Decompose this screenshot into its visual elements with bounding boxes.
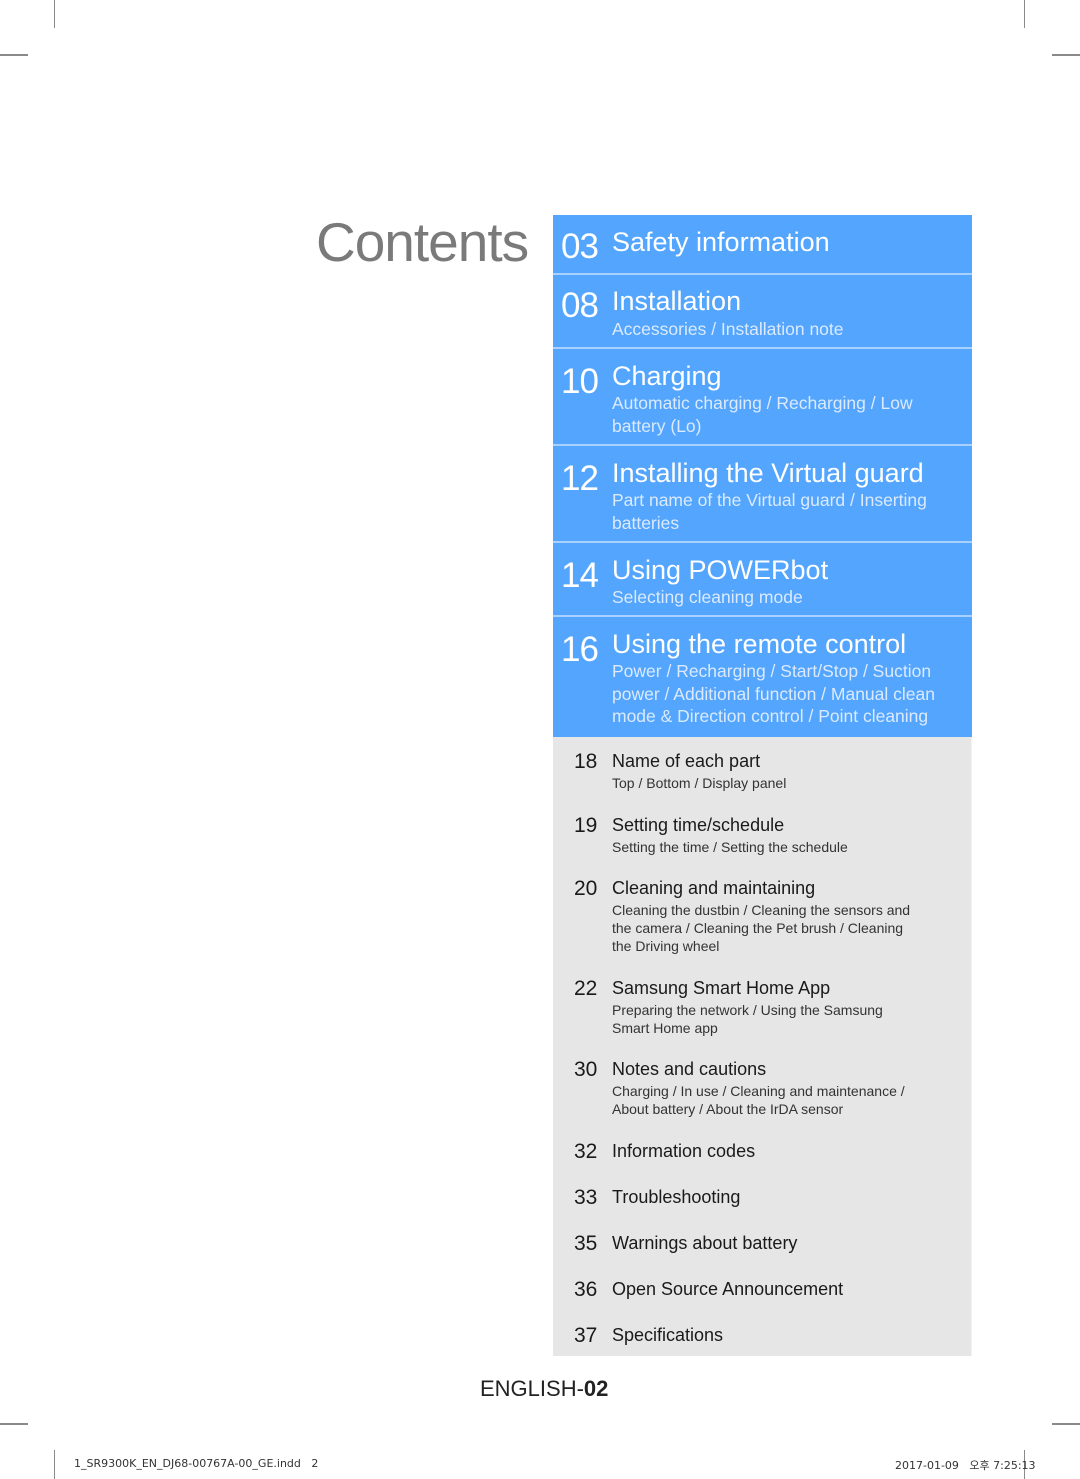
toc-subtopics: Top / Bottom / Display panel: [612, 775, 787, 791]
toc-subtopics: Charging / In use / Cleaning and mainten…: [612, 1083, 905, 1117]
toc-title: Name of each part: [612, 751, 761, 771]
print-slug-filename: 1_SR9300K_EN_DJ68-00767A-00_GE.indd 2: [74, 1457, 319, 1470]
toc-entry-notes-cautions[interactable]: 30 Notes and cautions Charging / In use …: [553, 1057, 972, 1119]
toc-entry-specifications[interactable]: 37 Specifications: [553, 1323, 972, 1349]
toc-page-number: 19: [574, 814, 598, 837]
table-of-contents: 03 Safety information 08 Installation Ac…: [553, 215, 972, 1356]
toc-title: Samsung Smart Home App: [612, 978, 831, 998]
toc-subtopics: Part name of the Virtual guard / Inserti…: [612, 490, 927, 533]
toc-entry-safety-information[interactable]: 03 Safety information: [553, 215, 972, 275]
crop-mark-right-top: [1052, 54, 1080, 56]
toc-title: Installing the Virtual guard: [612, 458, 924, 488]
toc-title: Using POWERbot: [612, 555, 829, 585]
toc-title: Safety information: [612, 227, 830, 257]
toc-subtopics: Power / Recharging / Start/Stop / Suctio…: [612, 661, 935, 726]
toc-page-number: 12: [561, 459, 599, 498]
toc-title: Using the remote control: [612, 629, 907, 659]
toc-entry-installation[interactable]: 08 Installation Accessories / Installati…: [553, 275, 972, 349]
crop-mark-right-bottom: [1052, 1423, 1080, 1425]
toc-entry-name-of-each-part[interactable]: 18 Name of each part Top / Bottom / Disp…: [553, 749, 972, 799]
toc-page-number: 20: [574, 877, 598, 900]
secondary-sections: 18 Name of each part Top / Bottom / Disp…: [553, 737, 972, 1356]
toc-title: Notes and cautions: [612, 1059, 767, 1079]
toc-entry-using-powerbot[interactable]: 14 Using POWERbot Selecting cleaning mod…: [553, 543, 972, 617]
toc-page-number: 10: [561, 362, 599, 401]
toc-title: Charging: [612, 361, 722, 391]
page-title: Contents: [316, 211, 529, 273]
toc-page-number: 33: [574, 1186, 598, 1209]
toc-title: Cleaning and maintaining: [612, 878, 816, 898]
crop-mark-left-bottom: [0, 1423, 28, 1425]
toc-entry-setting-time[interactable]: 19 Setting time/schedule Setting the tim…: [553, 813, 972, 863]
page-language: ENGLISH-: [480, 1376, 584, 1401]
toc-subtopics: Preparing the network / Using the Samsun…: [612, 1002, 883, 1036]
toc-entry-open-source[interactable]: 36 Open Source Announcement: [553, 1277, 972, 1303]
toc-title: Warnings about battery: [612, 1233, 798, 1253]
toc-title: Setting time/schedule: [612, 815, 785, 835]
toc-page-number: 14: [561, 556, 599, 595]
toc-entry-remote-control[interactable]: 16 Using the remote control Power / Rech…: [553, 617, 972, 737]
toc-title: Installation: [612, 286, 742, 316]
toc-page-number: 22: [574, 977, 598, 1000]
toc-entry-warnings-battery[interactable]: 35 Warnings about battery: [553, 1231, 972, 1257]
toc-subtopics: Selecting cleaning mode: [612, 587, 803, 607]
toc-subtopics: Cleaning the dustbin / Cleaning the sens…: [612, 902, 911, 954]
toc-title: Information codes: [612, 1141, 756, 1161]
toc-page-number: 37: [574, 1324, 598, 1347]
toc-page-number: 36: [574, 1278, 598, 1301]
toc-subtopics: Accessories / Installation note: [612, 319, 844, 339]
toc-title: Troubleshooting: [612, 1187, 741, 1207]
page-number: 02: [583, 1376, 609, 1401]
toc-page-number: 30: [574, 1058, 598, 1081]
toc-entry-troubleshooting[interactable]: 33 Troubleshooting: [553, 1185, 972, 1211]
crop-mark-left-top: [0, 54, 28, 56]
toc-entry-cleaning-maintaining[interactable]: 20 Cleaning and maintaining Cleaning the…: [553, 876, 972, 956]
toc-entry-information-codes[interactable]: 32 Information codes: [553, 1139, 972, 1165]
toc-title: Open Source Announcement: [612, 1279, 844, 1299]
toc-title: Specifications: [612, 1325, 724, 1345]
toc-page-number: 18: [574, 750, 598, 773]
toc-entry-smart-home-app[interactable]: 22 Samsung Smart Home App Preparing the …: [553, 976, 972, 1038]
toc-subtopics: Setting the time / Setting the schedule: [612, 839, 848, 855]
toc-subtopics: Automatic charging / Recharging / Low ba…: [612, 393, 913, 436]
toc-page-number: 08: [561, 286, 599, 325]
toc-page-number: 03: [561, 227, 599, 266]
crop-mark-top-right: [1024, 0, 1025, 28]
toc-entry-virtual-guard[interactable]: 12 Installing the Virtual guard Part nam…: [553, 446, 972, 543]
page-number-label: ENGLISH-02: [480, 1376, 608, 1402]
toc-page-number: 32: [574, 1140, 598, 1163]
crop-mark-bottom-left: [54, 1450, 55, 1479]
toc-page-number: 35: [574, 1232, 598, 1255]
crop-mark-top-left: [54, 0, 55, 28]
print-slug-timestamp: 2017-01-09 오후 7:25:13: [895, 1459, 1036, 1472]
toc-entry-charging[interactable]: 10 Charging Automatic charging / Recharg…: [553, 349, 972, 446]
toc-page-number: 16: [561, 630, 599, 669]
